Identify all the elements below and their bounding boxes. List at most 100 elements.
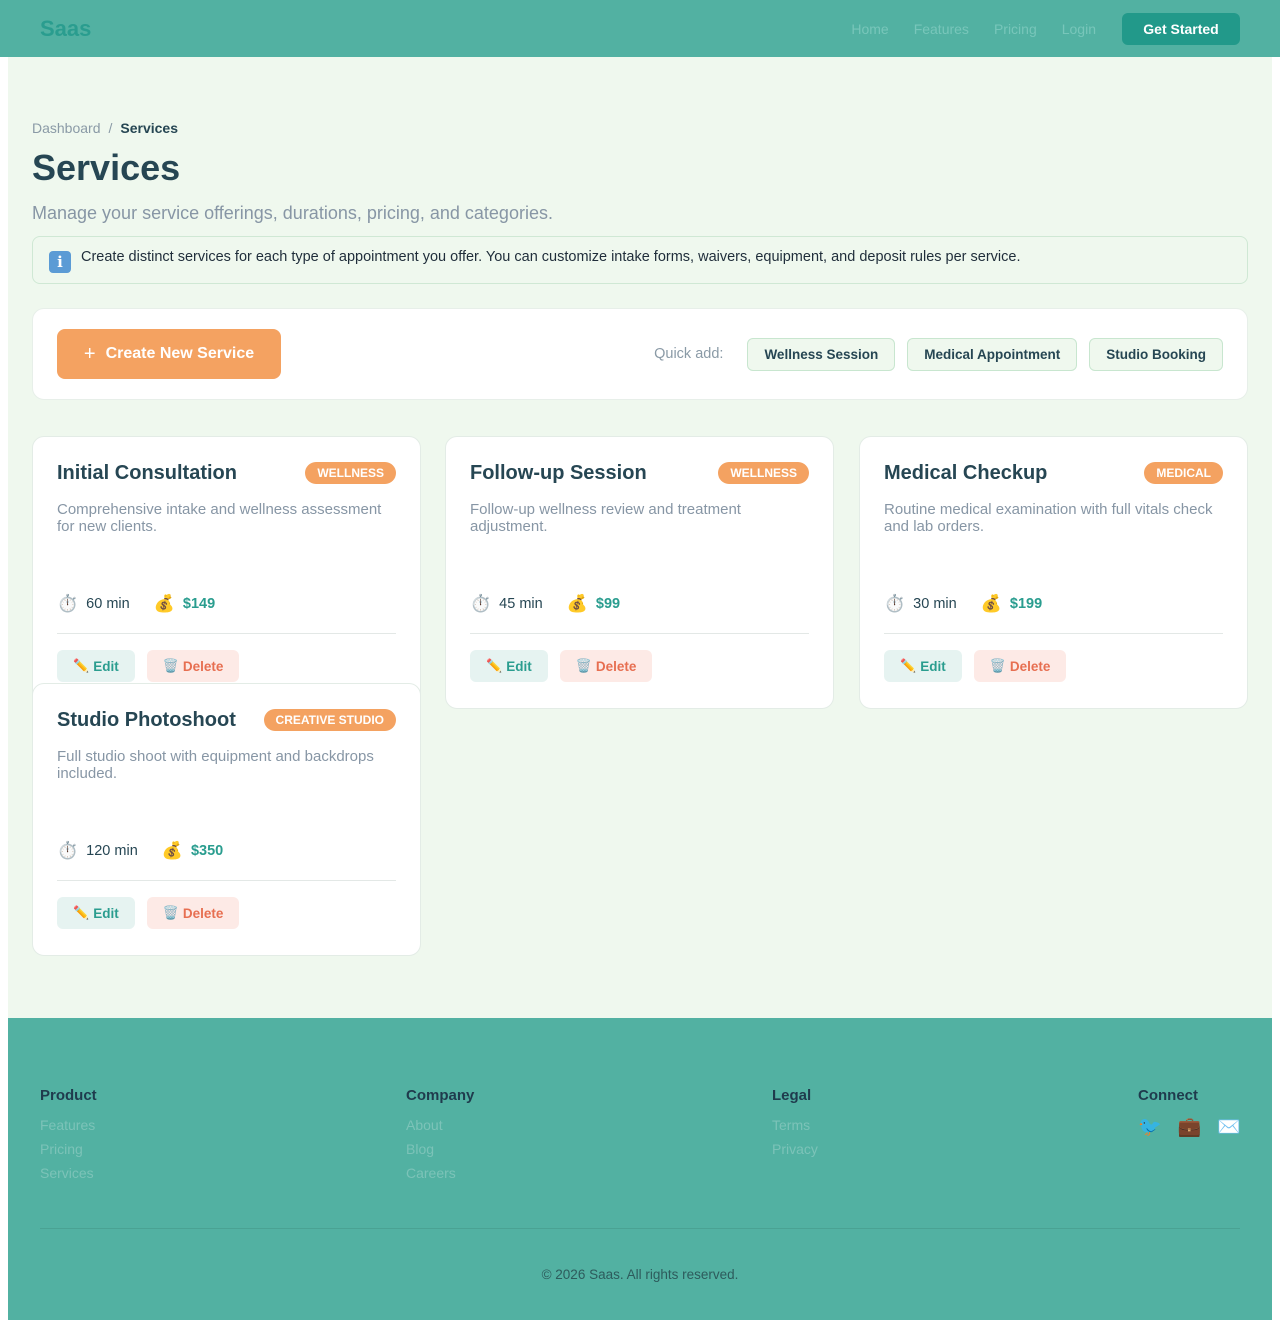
service-title: Studio Photoshoot	[57, 708, 236, 731]
nav-link-home[interactable]: Home	[851, 21, 888, 37]
pencil-icon: ✏️	[486, 658, 503, 673]
price-value: $350	[190, 843, 224, 859]
delete-label: Delete	[182, 658, 224, 674]
card-divider	[57, 880, 396, 881]
get-started-button[interactable]: Get Started	[1122, 12, 1240, 45]
duration-value: 30 min	[913, 596, 957, 612]
trash-icon: 🗑️	[575, 658, 592, 673]
edit-label: Edit	[93, 905, 119, 921]
info-banner: i Create distinct services for each type…	[32, 236, 1248, 284]
quick-add-medical-appointment[interactable]: Medical Appointment	[907, 337, 1078, 371]
service-title: Follow-up Session	[470, 461, 647, 484]
service-price: 💰 $149	[154, 594, 215, 614]
category-badge: MEDICAL	[1144, 462, 1223, 484]
trash-icon: 🗑️	[162, 905, 179, 920]
footer-heading: Legal	[772, 1087, 812, 1104]
footer-col-legal: Legal Terms Privacy	[772, 1087, 818, 1163]
duration-value: 45 min	[499, 596, 543, 612]
footer-col-product: Product Features Pricing Services	[40, 1087, 97, 1187]
footer-heading: Company	[406, 1087, 475, 1104]
footer-link-about[interactable]: About	[406, 1115, 474, 1139]
delete-button[interactable]: 🗑️ Delete	[146, 897, 240, 929]
plus-icon: +	[83, 342, 96, 365]
service-duration: ⏱️ 30 min	[884, 594, 957, 614]
footer-col-company: Company About Blog Careers	[406, 1087, 474, 1187]
pencil-icon: ✏️	[73, 905, 90, 920]
top-navbar: Saas Home Features Pricing Login Get Sta…	[0, 0, 1280, 57]
service-title: Initial Consultation	[57, 461, 237, 484]
money-bag-icon: 💰	[566, 594, 588, 613]
service-description: Routine medical examination with full vi…	[884, 501, 1213, 535]
service-card-studio-photoshoot: Studio Photoshoot CREATIVE STUDIO Full s…	[32, 683, 421, 956]
edit-button[interactable]: ✏️ Edit	[57, 897, 135, 929]
nav-link-pricing[interactable]: Pricing	[994, 21, 1037, 37]
footer-link-pricing[interactable]: Pricing	[40, 1139, 97, 1163]
duration-value: 60 min	[86, 596, 130, 612]
info-icon: i	[49, 250, 71, 273]
delete-button[interactable]: 🗑️ Delete	[146, 650, 240, 682]
envelope-icon[interactable]: ✉️	[1217, 1115, 1241, 1139]
edit-button[interactable]: ✏️ Edit	[57, 650, 135, 682]
site-footer: Product Features Pricing Services Compan…	[8, 1018, 1272, 1320]
service-cards: Initial Consultation WELLNESS Comprehens…	[32, 436, 1248, 956]
footer-link-terms[interactable]: Terms	[772, 1115, 818, 1139]
edit-label: Edit	[506, 658, 532, 674]
service-description: Follow-up wellness review and treatment …	[470, 501, 741, 535]
trash-icon: 🗑️	[989, 658, 1006, 673]
delete-label: Delete	[182, 905, 224, 921]
edit-button[interactable]: ✏️ Edit	[884, 650, 962, 682]
category-badge: WELLNESS	[305, 462, 396, 484]
footer-heading: Connect	[1138, 1087, 1198, 1104]
breadcrumb-dashboard[interactable]: Dashboard	[32, 120, 101, 136]
service-price: 💰 $99	[567, 594, 620, 614]
service-duration: ⏱️ 45 min	[470, 594, 543, 614]
twitter-bird-icon[interactable]: 🐦	[1138, 1115, 1162, 1139]
money-bag-icon: 💰	[153, 594, 175, 613]
info-text: Create distinct services for each type o…	[81, 249, 1021, 265]
pencil-icon: ✏️	[900, 658, 917, 673]
service-duration: ⏱️ 60 min	[57, 594, 130, 614]
edit-label: Edit	[920, 658, 946, 674]
duration-value: 120 min	[86, 843, 138, 859]
create-service-button[interactable]: + Create New Service	[57, 329, 281, 379]
stopwatch-icon: ⏱️	[57, 841, 79, 860]
stopwatch-icon: ⏱️	[884, 594, 906, 613]
service-card-follow-up-session: Follow-up Session WELLNESS Follow-up wel…	[445, 436, 834, 709]
money-bag-icon: 💰	[161, 841, 183, 860]
footer-link-privacy[interactable]: Privacy	[772, 1139, 818, 1163]
footer-divider	[40, 1228, 1240, 1229]
footer-col-connect: Connect 🐦 💼 ✉️	[1138, 1087, 1257, 1139]
category-badge: WELLNESS	[718, 462, 809, 484]
edit-label: Edit	[93, 658, 119, 674]
card-divider	[884, 633, 1223, 634]
footer-link-services[interactable]: Services	[40, 1163, 97, 1187]
quick-add-studio-booking[interactable]: Studio Booking	[1089, 337, 1223, 371]
delete-label: Delete	[595, 658, 637, 674]
edit-button[interactable]: ✏️ Edit	[470, 650, 548, 682]
breadcrumb: Dashboard / Services	[32, 118, 1248, 138]
delete-button[interactable]: 🗑️ Delete	[973, 650, 1067, 682]
pencil-icon: ✏️	[73, 658, 90, 673]
main-content: Dashboard / Services Services Manage you…	[32, 118, 1248, 956]
services-toolbar: + Create New Service Quick add: Wellness…	[32, 308, 1248, 400]
brand-logo[interactable]: Saas	[40, 16, 91, 42]
price-value: $199	[1009, 596, 1043, 612]
quick-add-wellness-session[interactable]: Wellness Session	[747, 337, 896, 371]
footer-link-careers[interactable]: Careers	[406, 1163, 474, 1187]
service-description: Full studio shoot with equipment and bac…	[57, 748, 374, 782]
copyright-text: © 2026 Saas. All rights reserved.	[541, 1267, 739, 1282]
category-badge: CREATIVE STUDIO	[263, 709, 396, 731]
nav-link-login[interactable]: Login	[1062, 21, 1096, 37]
delete-button[interactable]: 🗑️ Delete	[559, 650, 653, 682]
nav-link-features[interactable]: Features	[914, 21, 969, 37]
footer-link-blog[interactable]: Blog	[406, 1139, 474, 1163]
footer-link-features[interactable]: Features	[40, 1115, 97, 1139]
social-icons: 🐦 💼 ✉️	[1138, 1115, 1257, 1139]
breadcrumb-current: Services	[120, 120, 178, 136]
page-subtitle: Manage your service offerings, durations…	[32, 203, 553, 223]
service-price: 💰 $350	[162, 841, 223, 861]
service-description: Comprehensive intake and wellness assess…	[57, 501, 382, 535]
card-divider	[470, 633, 809, 634]
briefcase-icon[interactable]: 💼	[1178, 1115, 1202, 1139]
create-service-label: Create New Service	[105, 345, 255, 362]
